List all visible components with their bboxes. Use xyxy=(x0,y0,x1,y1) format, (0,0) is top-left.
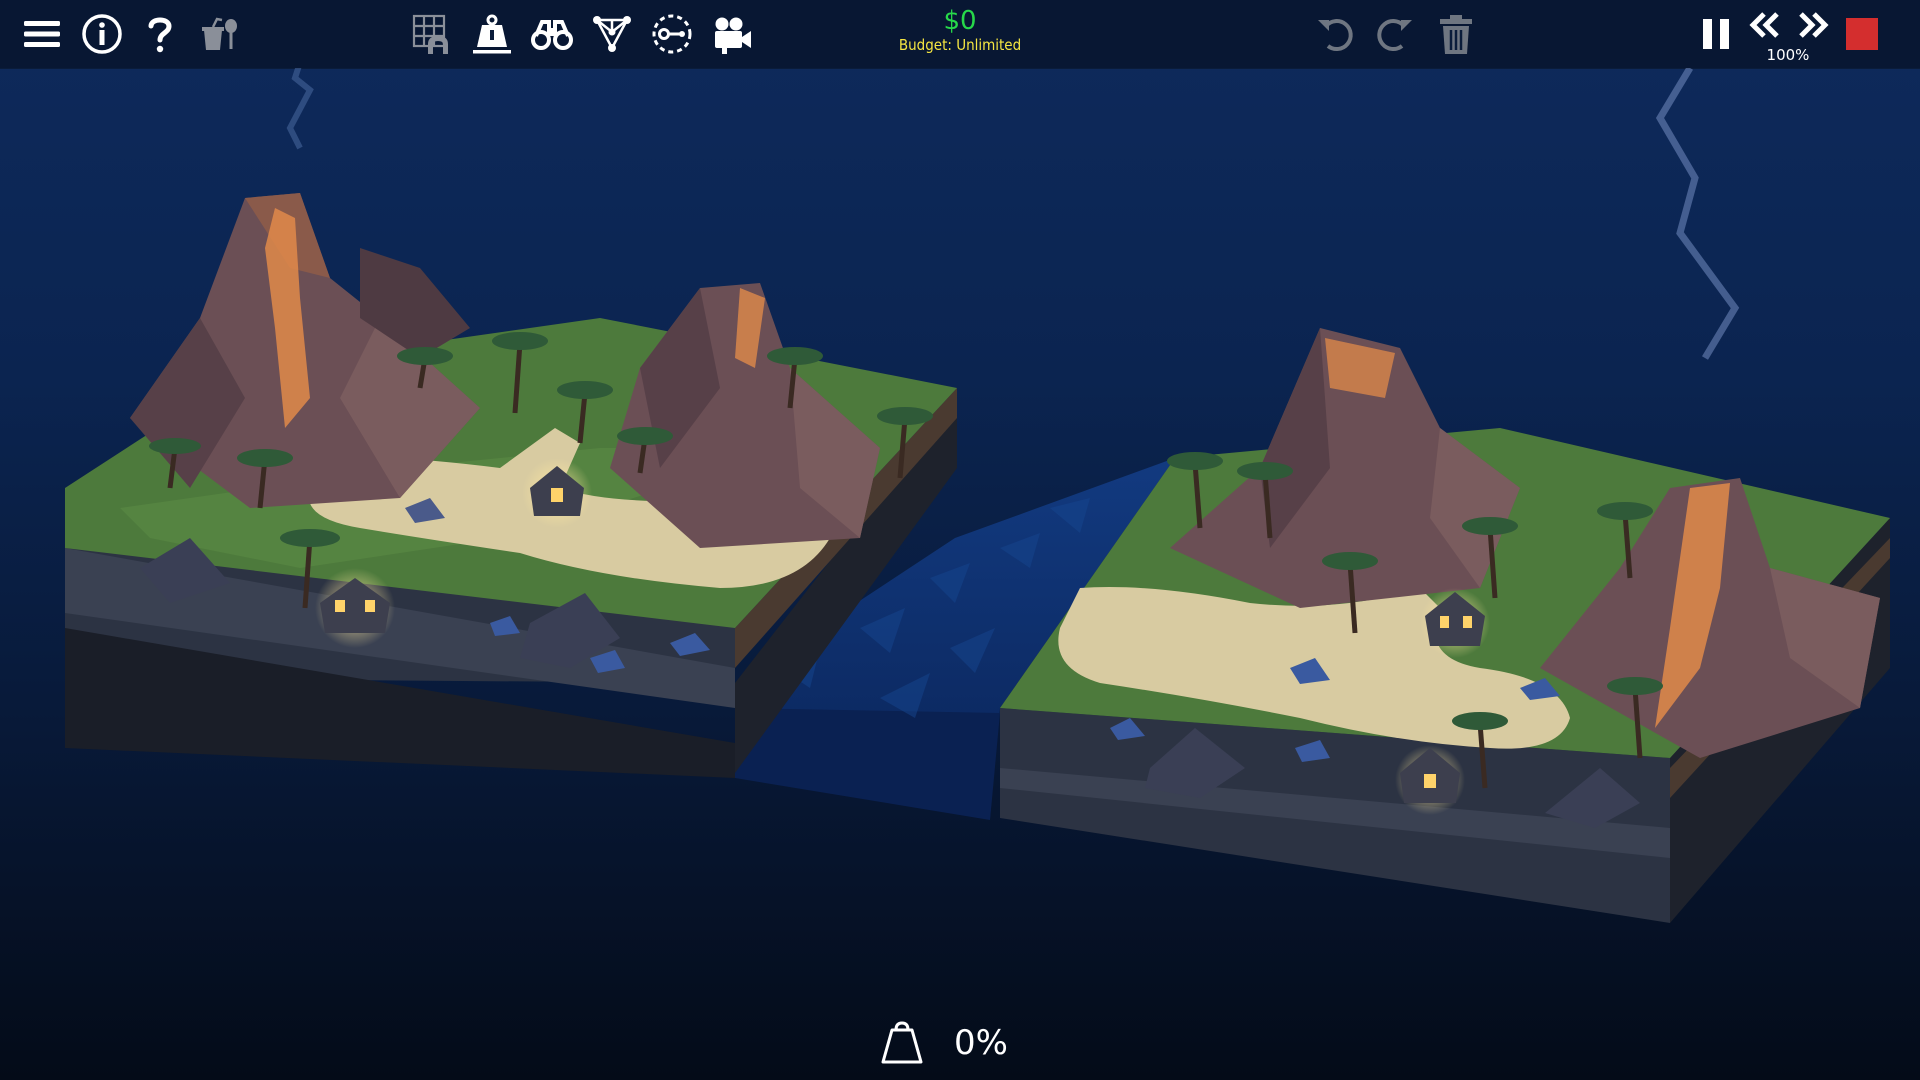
right-island xyxy=(1000,328,1890,923)
simulation-speed-label: 100% xyxy=(1766,46,1810,64)
menu-button[interactable] xyxy=(16,8,68,60)
redo-icon xyxy=(1377,19,1412,52)
help-icon xyxy=(148,17,172,53)
theme-tools-icon xyxy=(202,17,237,50)
undo-icon xyxy=(1318,19,1353,52)
hut xyxy=(1420,588,1490,658)
budget-amount: $0 xyxy=(943,6,977,36)
redo-button[interactable] xyxy=(1368,8,1420,60)
slow-down-icon xyxy=(1749,12,1779,38)
stress-indicator: 0% xyxy=(880,1015,1008,1071)
info-icon xyxy=(82,14,122,54)
stress-nodes-icon xyxy=(593,16,631,52)
undo-button[interactable] xyxy=(1310,8,1362,60)
game-viewport[interactable] xyxy=(0,68,1920,1080)
binoculars-button[interactable] xyxy=(526,8,578,60)
stress-nodes-button[interactable] xyxy=(586,8,638,60)
lightning-bolt xyxy=(286,68,314,150)
top-toolbar: $0 Budget: Unlimited 100% xyxy=(0,0,1920,69)
info-button[interactable] xyxy=(76,8,128,60)
weight-icon xyxy=(473,14,511,54)
stress-percentage: 0% xyxy=(954,1023,1008,1063)
budget-label: Budget: Unlimited xyxy=(898,36,1022,54)
joint-button[interactable] xyxy=(646,8,698,60)
pause-icon xyxy=(1703,19,1729,49)
theme-tools-button[interactable] xyxy=(194,8,246,60)
hut xyxy=(1395,745,1465,815)
hut xyxy=(315,568,395,648)
stop-icon xyxy=(1846,18,1878,50)
trash-icon xyxy=(1440,15,1472,54)
menu-icon xyxy=(24,21,60,47)
grid-anchor-icon xyxy=(412,14,448,54)
lightning-bolt xyxy=(1655,68,1740,360)
weight-bag-icon xyxy=(881,1021,923,1064)
pause-button[interactable] xyxy=(1690,8,1742,60)
stop-button[interactable] xyxy=(1836,8,1888,60)
camera-icon xyxy=(715,17,751,54)
budget-display: $0 Budget: Unlimited xyxy=(880,6,1040,54)
load-weight-button[interactable] xyxy=(466,8,518,60)
anchor-grid-button[interactable] xyxy=(406,8,458,60)
help-button[interactable] xyxy=(134,8,186,60)
camera-button[interactable] xyxy=(706,8,758,60)
hut xyxy=(522,458,592,528)
speed-up-icon xyxy=(1799,12,1829,38)
delete-button[interactable] xyxy=(1430,8,1482,60)
joint-icon xyxy=(652,14,692,54)
binoculars-icon xyxy=(531,20,573,50)
